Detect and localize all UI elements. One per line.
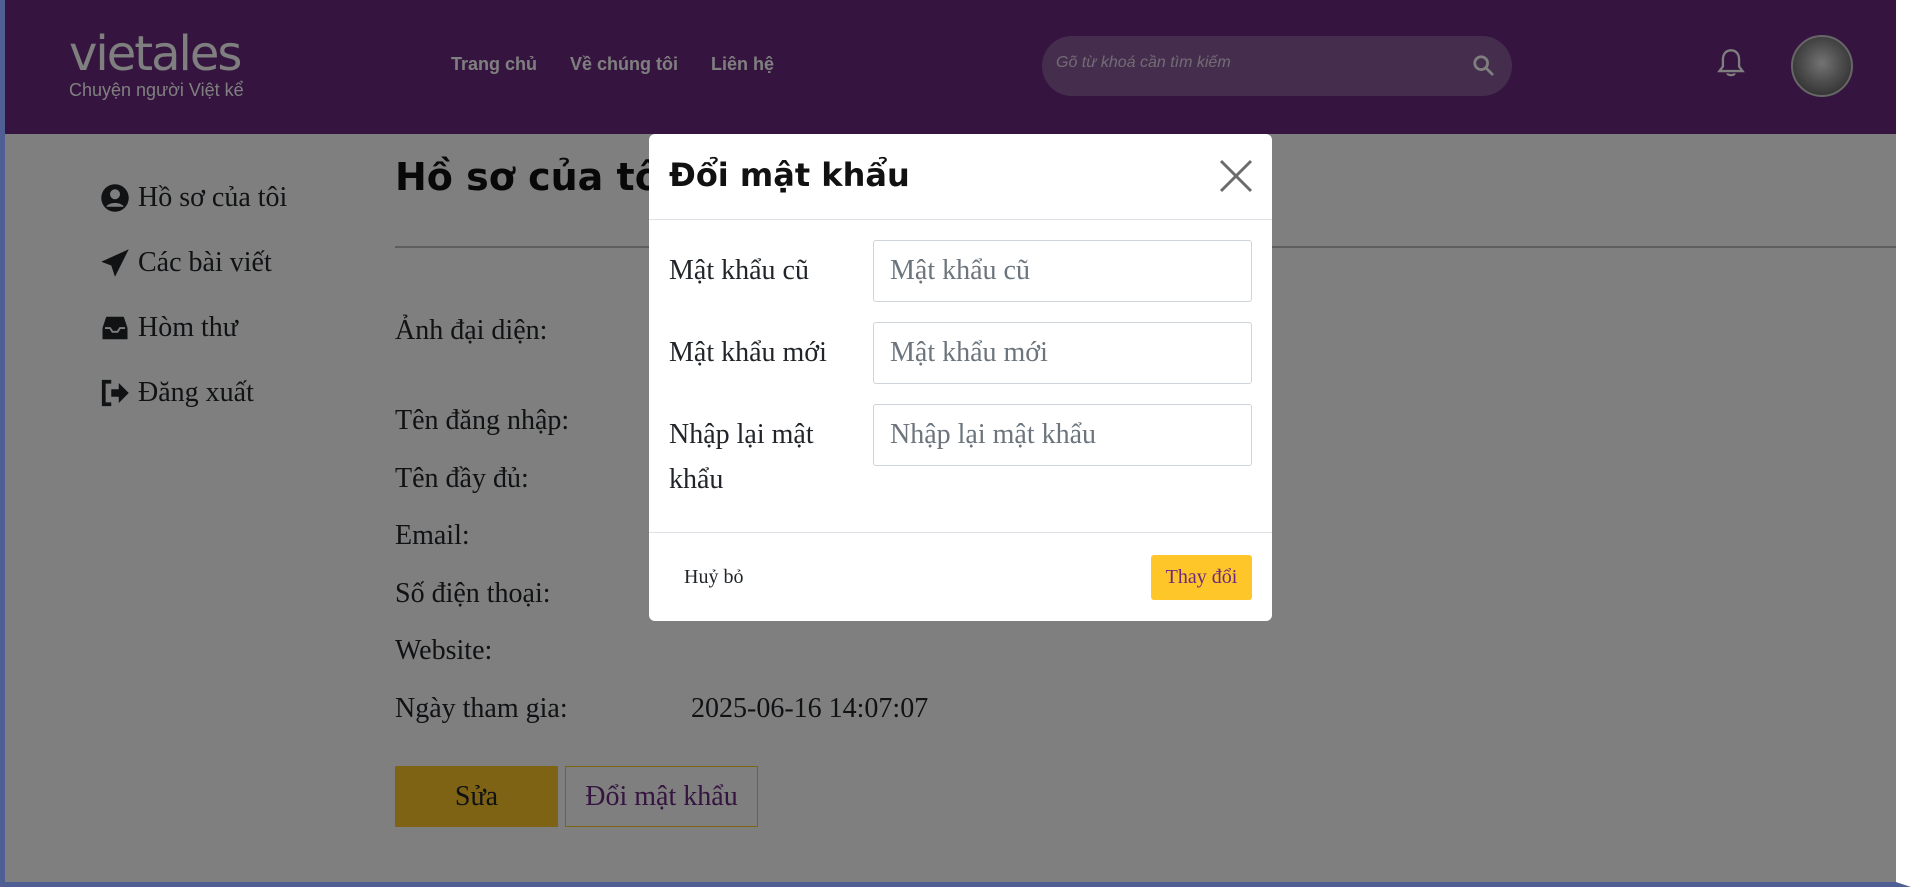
new-password-label: Mật khẩu mới [669,337,827,368]
confirm-password-field[interactable] [873,404,1252,466]
modal-header: Đổi mật khẩu [649,134,1272,220]
old-password-field[interactable] [873,240,1252,302]
modal-title: Đổi mật khẩu [669,156,910,194]
submit-change-button[interactable]: Thay đổi [1151,555,1252,600]
confirm-password-label: Nhập lại mật khẩu [669,419,814,495]
old-password-label: Mật khẩu cũ [669,255,809,286]
cancel-button[interactable]: Huỷ bỏ [669,555,758,600]
modal-footer: Huỷ bỏ Thay đổi [649,532,1272,621]
new-password-field[interactable] [873,322,1252,384]
close-icon[interactable] [1219,159,1253,193]
change-password-modal: Đổi mật khẩu Mật khẩu cũ Mật khẩu mới Nh… [649,134,1272,621]
